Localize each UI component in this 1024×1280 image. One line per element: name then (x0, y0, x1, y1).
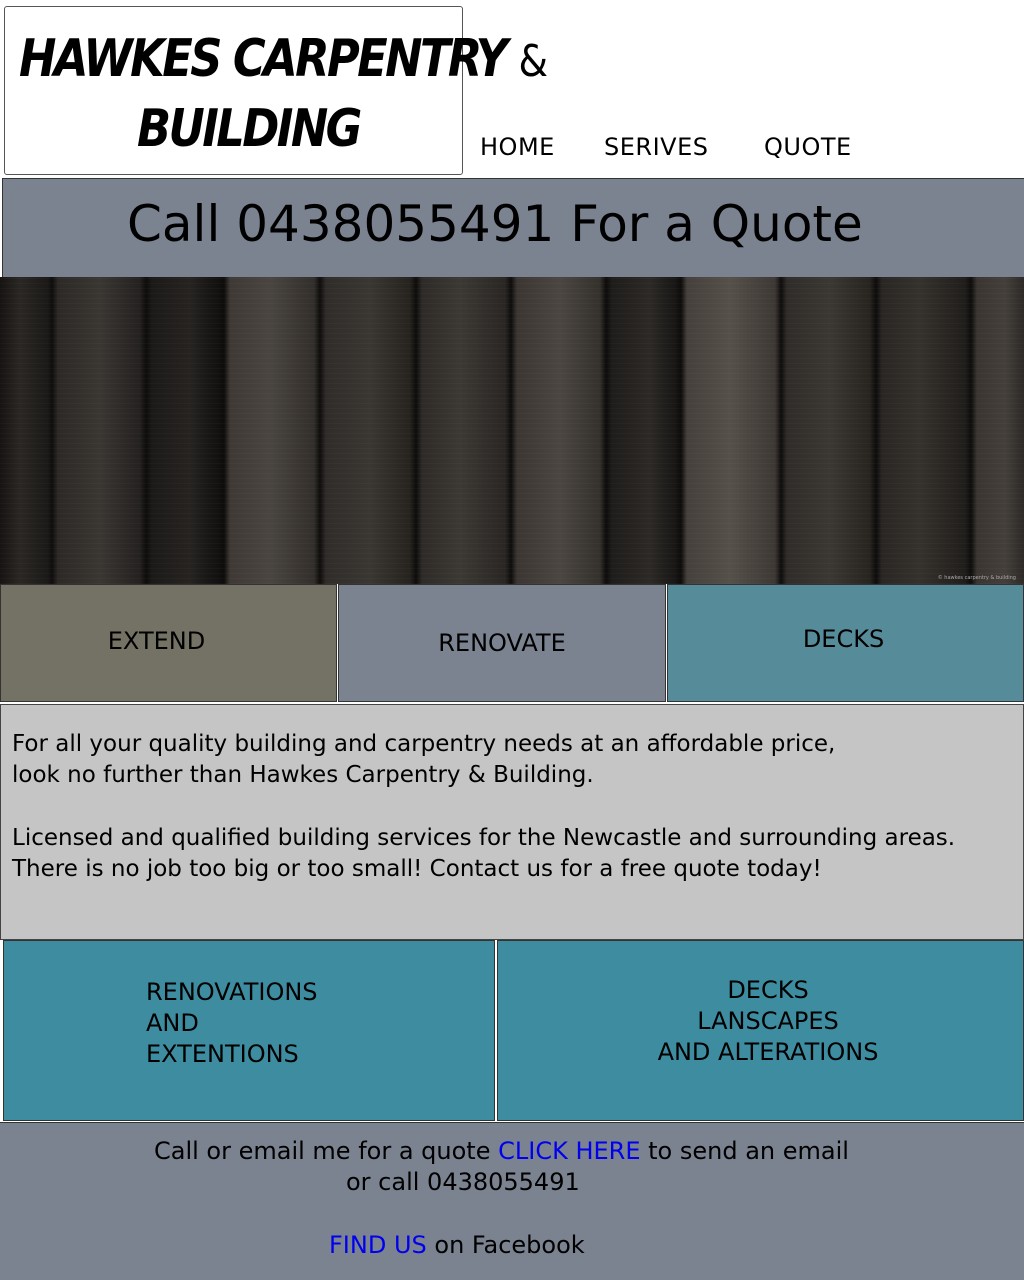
service-renovations-extentions[interactable]: RENOVATIONS AND EXTENTIONS (3, 940, 495, 1121)
logo-line-1: HAWKES CARPENTRY & (19, 29, 548, 89)
footer-email-suffix: to send an email (640, 1137, 849, 1165)
banner-text: Call 0438055491 For a Quote (127, 195, 863, 253)
tile-renovate-label: RENOVATE (438, 629, 566, 657)
nav-quote-link[interactable]: QUOTE (764, 133, 852, 161)
intro-section: For all your quality building and carpen… (0, 704, 1024, 940)
tile-renovate[interactable]: RENOVATE (338, 584, 666, 702)
tile-extend[interactable]: EXTEND (0, 584, 337, 702)
footer-facebook-line: FIND US on Facebook (329, 1231, 585, 1259)
footer-email-line: Call or email me for a quote CLICK HERE … (154, 1137, 849, 1165)
service-decks-lanscapes[interactable]: DECKS LANSCAPES AND ALTERATIONS (497, 940, 1024, 1121)
logo-line-2: BUILDING (137, 99, 362, 159)
nav-home-link[interactable]: HOME (480, 133, 555, 161)
footer-email-prefix: Call or email me for a quote (154, 1137, 499, 1165)
logo-ampersand: & (518, 36, 548, 87)
tile-extend-label: EXTEND (107, 627, 206, 655)
nav-services-link[interactable]: SERIVES (604, 133, 708, 161)
service-renovations-label: RENOVATIONS AND EXTENTIONS (146, 978, 318, 1068)
facebook-find-us-link[interactable]: FIND US (329, 1231, 427, 1259)
call-banner: Call 0438055491 For a Quote (2, 178, 1024, 277)
intro-paragraph-2: Licensed and qualified building services… (12, 825, 956, 882)
tile-decks-label: DECKS (802, 625, 885, 653)
logo[interactable]: HAWKES CARPENTRY & BUILDING (4, 6, 548, 175)
hero-image-credit: © hawkes carpentry & building (937, 575, 1016, 581)
tile-decks[interactable]: DECKS (667, 584, 1024, 702)
email-click-here-link[interactable]: CLICK HERE (498, 1137, 640, 1165)
service-decks-label: DECKS LANSCAPES AND ALTERATIONS (657, 976, 879, 1066)
intro-paragraph-1: For all your quality building and carpen… (12, 731, 836, 788)
footer-facebook-suffix: on Facebook (426, 1231, 585, 1259)
contact-footer: Call or email me for a quote CLICK HERE … (0, 1122, 1024, 1280)
hero-wood-image: © hawkes carpentry & building (0, 277, 1024, 584)
footer-phone-line: or call 0438055491 (346, 1168, 580, 1196)
logo-line-1-text: HAWKES CARPENTRY (19, 29, 508, 89)
